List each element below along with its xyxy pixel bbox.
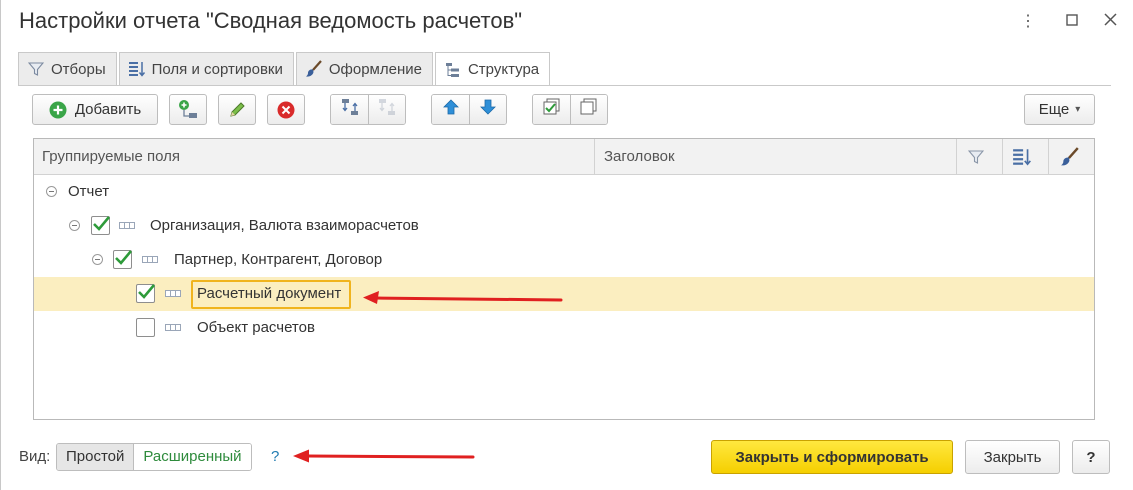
annotation-arrow-icon [293, 449, 475, 463]
settings-window: Настройки отчета "Сводная ведомость расч… [0, 0, 1133, 490]
collapse-icon[interactable] [46, 186, 57, 197]
delete-icon [277, 101, 295, 119]
structure-icon [444, 61, 462, 79]
tab-bar: Отборы Поля и сортировки Оформление Стру… [18, 52, 552, 86]
add-circle-icon [49, 101, 67, 119]
chevron-down-icon: ▾ [1075, 104, 1081, 115]
fields-sort-icon [128, 60, 146, 78]
pencil-icon [228, 101, 246, 119]
uncheck-all-icon [579, 97, 599, 122]
more-button-label: Еще [1038, 101, 1070, 118]
view-mode-toggle: Простой Расширенный [56, 443, 252, 471]
tab-divider [18, 85, 1111, 86]
row-checkbox[interactable] [113, 250, 132, 269]
arrow-down-icon [479, 98, 497, 121]
tab-fields-sort[interactable]: Поля и сортировки [118, 52, 294, 85]
collapse-icon[interactable] [69, 220, 80, 231]
tab-fields-sort-label: Поля и сортировки [151, 60, 283, 78]
move-grouping-up-button[interactable] [331, 95, 368, 124]
window-title: Настройки отчета "Сводная ведомость расч… [19, 8, 523, 33]
row-checkbox[interactable] [136, 318, 155, 337]
tab-filters[interactable]: Отборы [18, 52, 117, 85]
row-checkbox[interactable] [136, 284, 155, 303]
edit-button[interactable] [218, 94, 256, 125]
maximize-icon[interactable] [1062, 12, 1082, 32]
table-row-report[interactable]: Отчет [34, 175, 1094, 209]
tab-filters-label: Отборы [51, 60, 106, 78]
move-group [431, 94, 507, 125]
add-button[interactable]: Добавить [32, 94, 158, 125]
view-simple-button[interactable]: Простой [57, 444, 135, 470]
structure-table: Группируемые поля Заголовок Отчет Органи… [33, 138, 1095, 420]
collapse-icon[interactable] [92, 254, 103, 265]
view-extended-button[interactable]: Расширенный [134, 444, 251, 470]
check-all-icon [542, 97, 562, 122]
filter-icon[interactable] [967, 149, 985, 165]
view-help-link[interactable]: ? [271, 448, 279, 465]
row-label: Организация, Валюта взаиморасчетов [150, 217, 419, 234]
help-button-label: ? [1086, 448, 1096, 466]
row-checkbox[interactable] [91, 216, 110, 235]
more-icon[interactable]: ⋮ [1018, 12, 1038, 32]
table-row-organization[interactable]: Организация, Валюта взаиморасчетов [34, 209, 1094, 243]
add-button-label: Добавить [74, 101, 142, 118]
column-header-grouped-fields[interactable]: Группируемые поля [42, 139, 180, 175]
row-label: Отчет [68, 183, 110, 200]
brush-icon [305, 60, 323, 78]
swap-levels-icon [340, 97, 360, 122]
move-grouping-down-button[interactable] [368, 95, 405, 124]
row-label: Расчетный документ [197, 285, 342, 302]
brush-icon[interactable] [1060, 147, 1080, 167]
field-icon [142, 256, 158, 263]
tab-appearance[interactable]: Оформление [295, 52, 433, 85]
move-up-button[interactable] [432, 95, 469, 124]
delete-button[interactable] [267, 94, 305, 125]
check-group [532, 94, 608, 125]
table-header: Группируемые поля Заголовок [34, 139, 1094, 175]
add-grouping-button[interactable] [169, 94, 207, 125]
table-row-settlement-object[interactable]: Объект расчетов [34, 311, 1094, 345]
move-down-button[interactable] [469, 95, 506, 124]
check-all-button[interactable] [533, 95, 570, 124]
tab-appearance-label: Оформление [328, 60, 422, 78]
close-button-label: Закрыть [983, 448, 1042, 466]
close-button[interactable]: Закрыть [965, 440, 1060, 474]
uncheck-all-button[interactable] [570, 95, 607, 124]
filter-icon [27, 60, 45, 78]
column-header-title[interactable]: Заголовок [604, 139, 675, 175]
row-label: Партнер, Контрагент, Договор [174, 251, 383, 268]
arrow-up-icon [442, 98, 460, 121]
close-icon[interactable] [1100, 12, 1120, 32]
tab-structure-label: Структура [467, 61, 540, 78]
field-icon [119, 222, 135, 229]
help-button[interactable]: ? [1072, 440, 1110, 474]
view-label: Вид: [19, 448, 51, 465]
more-button[interactable]: Еще ▾ [1024, 94, 1095, 125]
row-label: Объект расчетов [197, 319, 315, 336]
close-and-generate-button[interactable]: Закрыть и сформировать [711, 440, 953, 474]
tab-structure[interactable]: Структура [434, 52, 551, 86]
swap-levels-disabled-icon [377, 97, 397, 122]
fields-sort-icon[interactable] [1012, 147, 1032, 167]
annotation-arrow-icon [363, 291, 563, 304]
grouping-move-group [330, 94, 406, 125]
field-icon [165, 324, 181, 331]
table-row-partner[interactable]: Партнер, Контрагент, Договор [34, 243, 1094, 277]
field-icon [165, 290, 181, 297]
add-grouping-icon [177, 99, 199, 121]
